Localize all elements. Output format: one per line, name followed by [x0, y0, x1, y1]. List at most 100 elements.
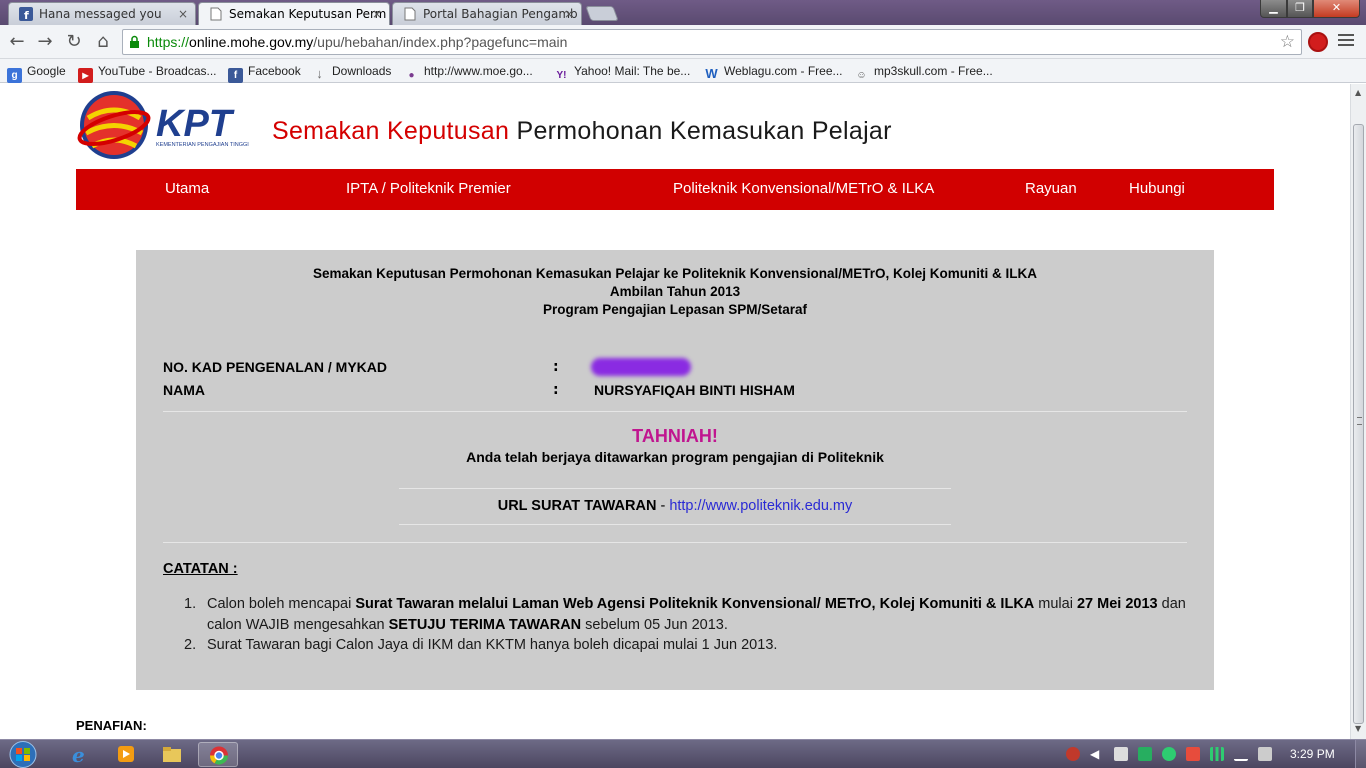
page-scrollbar[interactable]: ▲ ▼	[1350, 84, 1366, 739]
scroll-down-icon[interactable]: ▼	[1355, 724, 1361, 733]
ic-colon: :	[553, 359, 559, 375]
tray-action-center-icon[interactable]	[1258, 747, 1272, 761]
address-bar[interactable]: https://online.mohe.gov.my/upu/hebahan/i…	[122, 29, 1302, 55]
tray-network-icon[interactable]	[1066, 747, 1080, 761]
nav-rayuan[interactable]: Rayuan	[1025, 180, 1077, 197]
scroll-up-icon[interactable]: ▲	[1355, 88, 1361, 97]
divider	[163, 542, 1187, 543]
back-arrow-icon[interactable]: ←	[6, 31, 28, 53]
logo-text: KPT	[156, 103, 235, 145]
bookmark-label: mp3skull.com - Free...	[874, 64, 993, 78]
home-icon[interactable]: ⌂	[92, 31, 114, 53]
offer-url-line: URL SURAT TAWARAN - http://www.politekni…	[497, 498, 853, 514]
tab-portal[interactable]: Portal Bahagian Pengamb ×	[392, 2, 582, 25]
bookmark-downloads[interactable]: ↓ Downloads	[312, 62, 392, 81]
menu-icon[interactable]	[1338, 34, 1354, 49]
bookmark-youtube[interactable]: ▶ YouTube - Broadcas...	[78, 62, 217, 83]
taskbar-chrome-icon[interactable]	[198, 742, 238, 767]
divider	[399, 524, 951, 525]
tab-title: Portal Bahagian Pengamb	[423, 7, 578, 21]
list-item: 2. Surat Tawaran bagi Calon Jaya di IKM d…	[184, 637, 778, 653]
download-icon: ↓	[316, 66, 323, 81]
close-window-button[interactable]: ✕	[1313, 0, 1360, 18]
offer-url-link[interactable]: http://www.politeknik.edu.my	[669, 498, 852, 514]
bookmark-label: Google	[27, 64, 66, 78]
show-desktop-button[interactable]	[1355, 740, 1366, 768]
lock-icon	[130, 35, 139, 48]
congrats-heading: TAHNIAH!	[632, 426, 718, 446]
logo-subtext: KEMENTERIAN PENGAJIAN TINGGI	[156, 142, 249, 148]
browser-toolbar: ← → ↻ ⌂ https://online.mohe.gov.my/upu/h…	[0, 25, 1366, 59]
ic-label: NO. KAD PENGENALAN / MYKAD	[163, 359, 388, 375]
bookmark-weblagu[interactable]: W Weblagu.com - Free...	[704, 62, 843, 81]
yahoo-icon: Y!	[556, 70, 567, 81]
minimize-button[interactable]: ▁	[1260, 0, 1287, 18]
name-colon: :	[553, 382, 559, 398]
new-tab-button[interactable]	[585, 6, 619, 21]
nav-politeknik-konvensional[interactable]: Politeknik Konvensional/METrO & ILKA	[673, 180, 934, 197]
bookmark-moe[interactable]: ● http://www.moe.go...	[404, 62, 533, 81]
bookmark-yahoo[interactable]: Y! Yahoo! Mail: The be...	[554, 62, 691, 81]
tab-title: Semakan Keputusan Perm	[229, 7, 387, 21]
url-text: https://online.mohe.gov.my/upu/hebahan/i…	[147, 34, 568, 50]
tab-title: Hana messaged you	[39, 7, 162, 21]
redacted-ic-number	[591, 358, 691, 376]
tray-update-icon[interactable]	[1162, 747, 1176, 761]
tab-semakan[interactable]: Semakan Keputusan Perm ×	[198, 2, 390, 25]
tab-facebook[interactable]: f Hana messaged you ×	[8, 2, 196, 25]
tray-device-icon[interactable]	[1114, 747, 1128, 761]
scroll-thumb[interactable]	[1353, 124, 1364, 724]
page-viewport: KPT KEMENTERIAN PENGAJIAN TINGGI Semakan…	[0, 84, 1350, 739]
nav-ipta[interactable]: IPTA / Politeknik Premier	[346, 180, 511, 197]
tab-strip: f Hana messaged you × Semakan Keputusan …	[0, 0, 1366, 25]
offer-message: Anda telah berjaya ditawarkan program pe…	[466, 449, 884, 465]
tray-security-icon[interactable]	[1138, 747, 1152, 761]
notes-list: 1. Calon boleh mencapai Surat Tawaran mel…	[184, 594, 1194, 656]
bookmark-label: Downloads	[332, 64, 392, 78]
forward-arrow-icon[interactable]: →	[34, 31, 56, 53]
taskbar-clock[interactable]: 3:29 PM	[1290, 747, 1335, 761]
kpt-logo: KPT KEMENTERIAN PENGAJIAN TINGGI	[77, 91, 249, 159]
windows-taskbar: e ◀ 3:29 PM	[0, 739, 1366, 768]
list-item: 1. Calon boleh mencapai Surat Tawaran mel…	[184, 596, 1186, 633]
bookmark-star-icon[interactable]: ☆	[1280, 32, 1295, 52]
result-heading: Semakan Keputusan Permohonan Kemasukan P…	[313, 266, 1037, 281]
nav-hubungi[interactable]: Hubungi	[1129, 180, 1185, 197]
mp3skull-icon: ☺	[856, 70, 867, 81]
tray-antivirus-icon[interactable]	[1186, 747, 1200, 761]
disclaimer-title: PENAFIAN:	[76, 718, 147, 733]
svg-text:f: f	[24, 9, 29, 21]
name-value: NURSYAFIQAH BINTI HISHAM	[594, 382, 795, 398]
taskbar-ie-icon[interactable]: e	[60, 742, 100, 767]
close-icon[interactable]: ×	[178, 3, 188, 25]
nav-utama[interactable]: Utama	[165, 180, 209, 197]
close-icon[interactable]: ×	[372, 3, 382, 25]
bookmark-mp3skull[interactable]: ☺ mp3skull.com - Free...	[854, 62, 993, 81]
bookmark-google[interactable]: g Google	[7, 62, 66, 83]
reload-icon[interactable]: ↻	[63, 31, 85, 53]
main-nav: Utama IPTA / Politeknik Premier Politekn…	[76, 169, 1274, 210]
start-button[interactable]	[4, 740, 42, 768]
divider	[163, 411, 1187, 412]
notes-title: CATATAN :	[163, 561, 238, 577]
youtube-icon: ▶	[78, 68, 93, 83]
speaker-icon[interactable]: ◀	[1090, 747, 1104, 761]
tray-battery-icon[interactable]	[1234, 747, 1248, 761]
close-icon[interactable]: ×	[564, 3, 574, 25]
taskbar-mediaplayer-icon[interactable]	[106, 742, 146, 767]
page-icon	[404, 7, 416, 21]
signal-icon[interactable]	[1210, 747, 1224, 761]
taskbar-explorer-icon[interactable]	[152, 742, 192, 767]
bookmark-label: YouTube - Broadcas...	[98, 64, 217, 78]
maximize-button[interactable]: ❐	[1287, 0, 1313, 18]
bookmark-label: Weblagu.com - Free...	[724, 64, 843, 78]
google-icon: g	[7, 68, 22, 83]
bookmarks-bar: g Google ▶ YouTube - Broadcas... f Facebook…	[0, 59, 1366, 83]
page-icon	[210, 7, 222, 21]
bookmark-label: http://www.moe.go...	[424, 64, 533, 78]
weblagu-icon: W	[705, 66, 718, 81]
stop-extension-icon[interactable]	[1308, 32, 1328, 52]
bookmark-facebook[interactable]: f Facebook	[228, 62, 301, 83]
svg-text:e: e	[72, 743, 85, 767]
result-panel: Semakan Keputusan Permohonan Kemasukan P…	[136, 250, 1214, 690]
